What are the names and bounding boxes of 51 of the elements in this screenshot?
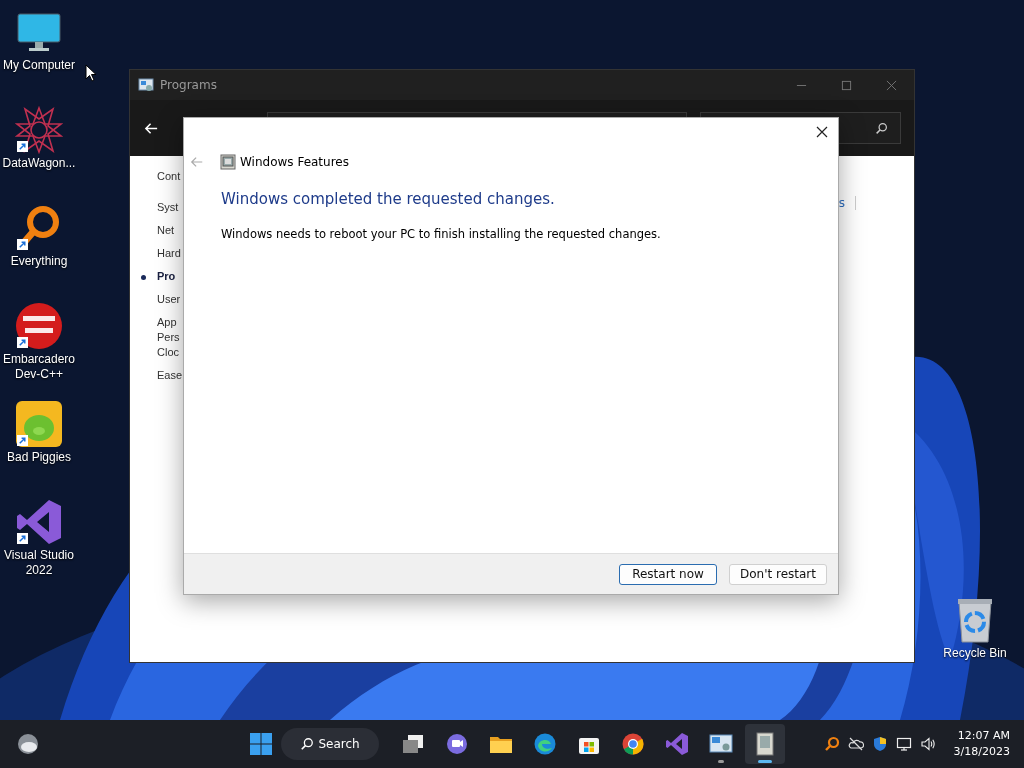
windows-features-icon	[220, 154, 236, 170]
volume-icon[interactable]	[919, 736, 936, 752]
sidebar-item[interactable]: Syst	[157, 200, 179, 215]
search-button[interactable]: Search	[281, 728, 379, 760]
clock-time[interactable]: 12:07 AM	[957, 728, 1010, 744]
shield-icon[interactable]	[871, 736, 888, 752]
control-panel-icon[interactable]	[709, 732, 733, 756]
dialog-message: Windows needs to reboot your PC to finish installing the requested changes.	[221, 227, 662, 241]
clock-date[interactable]: 3/18/2023	[953, 744, 1010, 760]
sidebar-item[interactable]: Net	[157, 223, 175, 238]
task-view-icon[interactable]	[401, 732, 425, 756]
search-icon	[300, 737, 315, 751]
desktop-icon-label[interactable]: Bad Piggies	[0, 450, 79, 465]
desktop-icon-label[interactable]: Everything	[0, 254, 79, 269]
visual-studio-icon[interactable]	[15, 498, 63, 546]
desktop-icon-label[interactable]: DataWagon...	[0, 156, 79, 171]
sidebar-item[interactable]: Cloc	[157, 345, 179, 360]
chrome-icon[interactable]	[621, 732, 645, 756]
mouse-cursor-icon	[85, 64, 97, 82]
link[interactable]: s	[838, 196, 845, 210]
cloud-icon[interactable]	[16, 732, 40, 756]
sidebar-item[interactable]: App Pers	[157, 315, 180, 345]
sidebar-item[interactable]: Pro	[157, 269, 176, 284]
close-icon	[816, 126, 828, 138]
desktop-icon-label[interactable]: Embarcadero Dev-C++	[0, 352, 79, 382]
sidebar-item[interactable]: Ease	[157, 368, 183, 383]
start-icon[interactable]	[249, 732, 273, 756]
desktop-icon-label[interactable]: My Computer	[0, 58, 79, 73]
dont-restart-button[interactable]: Don't restart	[729, 563, 827, 585]
sidebar-heading[interactable]: Cont	[157, 170, 183, 182]
cloud-icon[interactable]	[847, 736, 864, 752]
dialog-heading: Windows completed the requested changes.	[221, 190, 556, 208]
desktop-icon-label[interactable]: Visual Studio 2022	[0, 548, 79, 578]
windows-features-icon[interactable]	[753, 732, 777, 756]
sidebar-item[interactable]: Hard	[157, 246, 181, 261]
dev-cpp-icon[interactable]	[15, 302, 63, 350]
edge-icon[interactable]	[533, 732, 557, 756]
maximize-icon[interactable]	[841, 79, 852, 91]
pig-icon[interactable]	[15, 400, 63, 448]
search-icon	[875, 121, 888, 135]
control-panel-icon	[138, 77, 154, 93]
chat-icon[interactable]	[445, 732, 469, 756]
network-icon[interactable]	[895, 736, 912, 752]
star-pattern-icon[interactable]	[15, 106, 63, 154]
window-title: Programs	[160, 78, 217, 92]
restart-now-button[interactable]: Restart now	[619, 563, 717, 585]
desktop-icon-label[interactable]: Recycle Bin	[935, 646, 1015, 661]
sidebar-item[interactable]: User	[157, 292, 181, 307]
close-icon[interactable]	[886, 79, 897, 91]
dialog-title: Windows Features	[240, 155, 349, 169]
search-icon[interactable]	[823, 736, 840, 752]
